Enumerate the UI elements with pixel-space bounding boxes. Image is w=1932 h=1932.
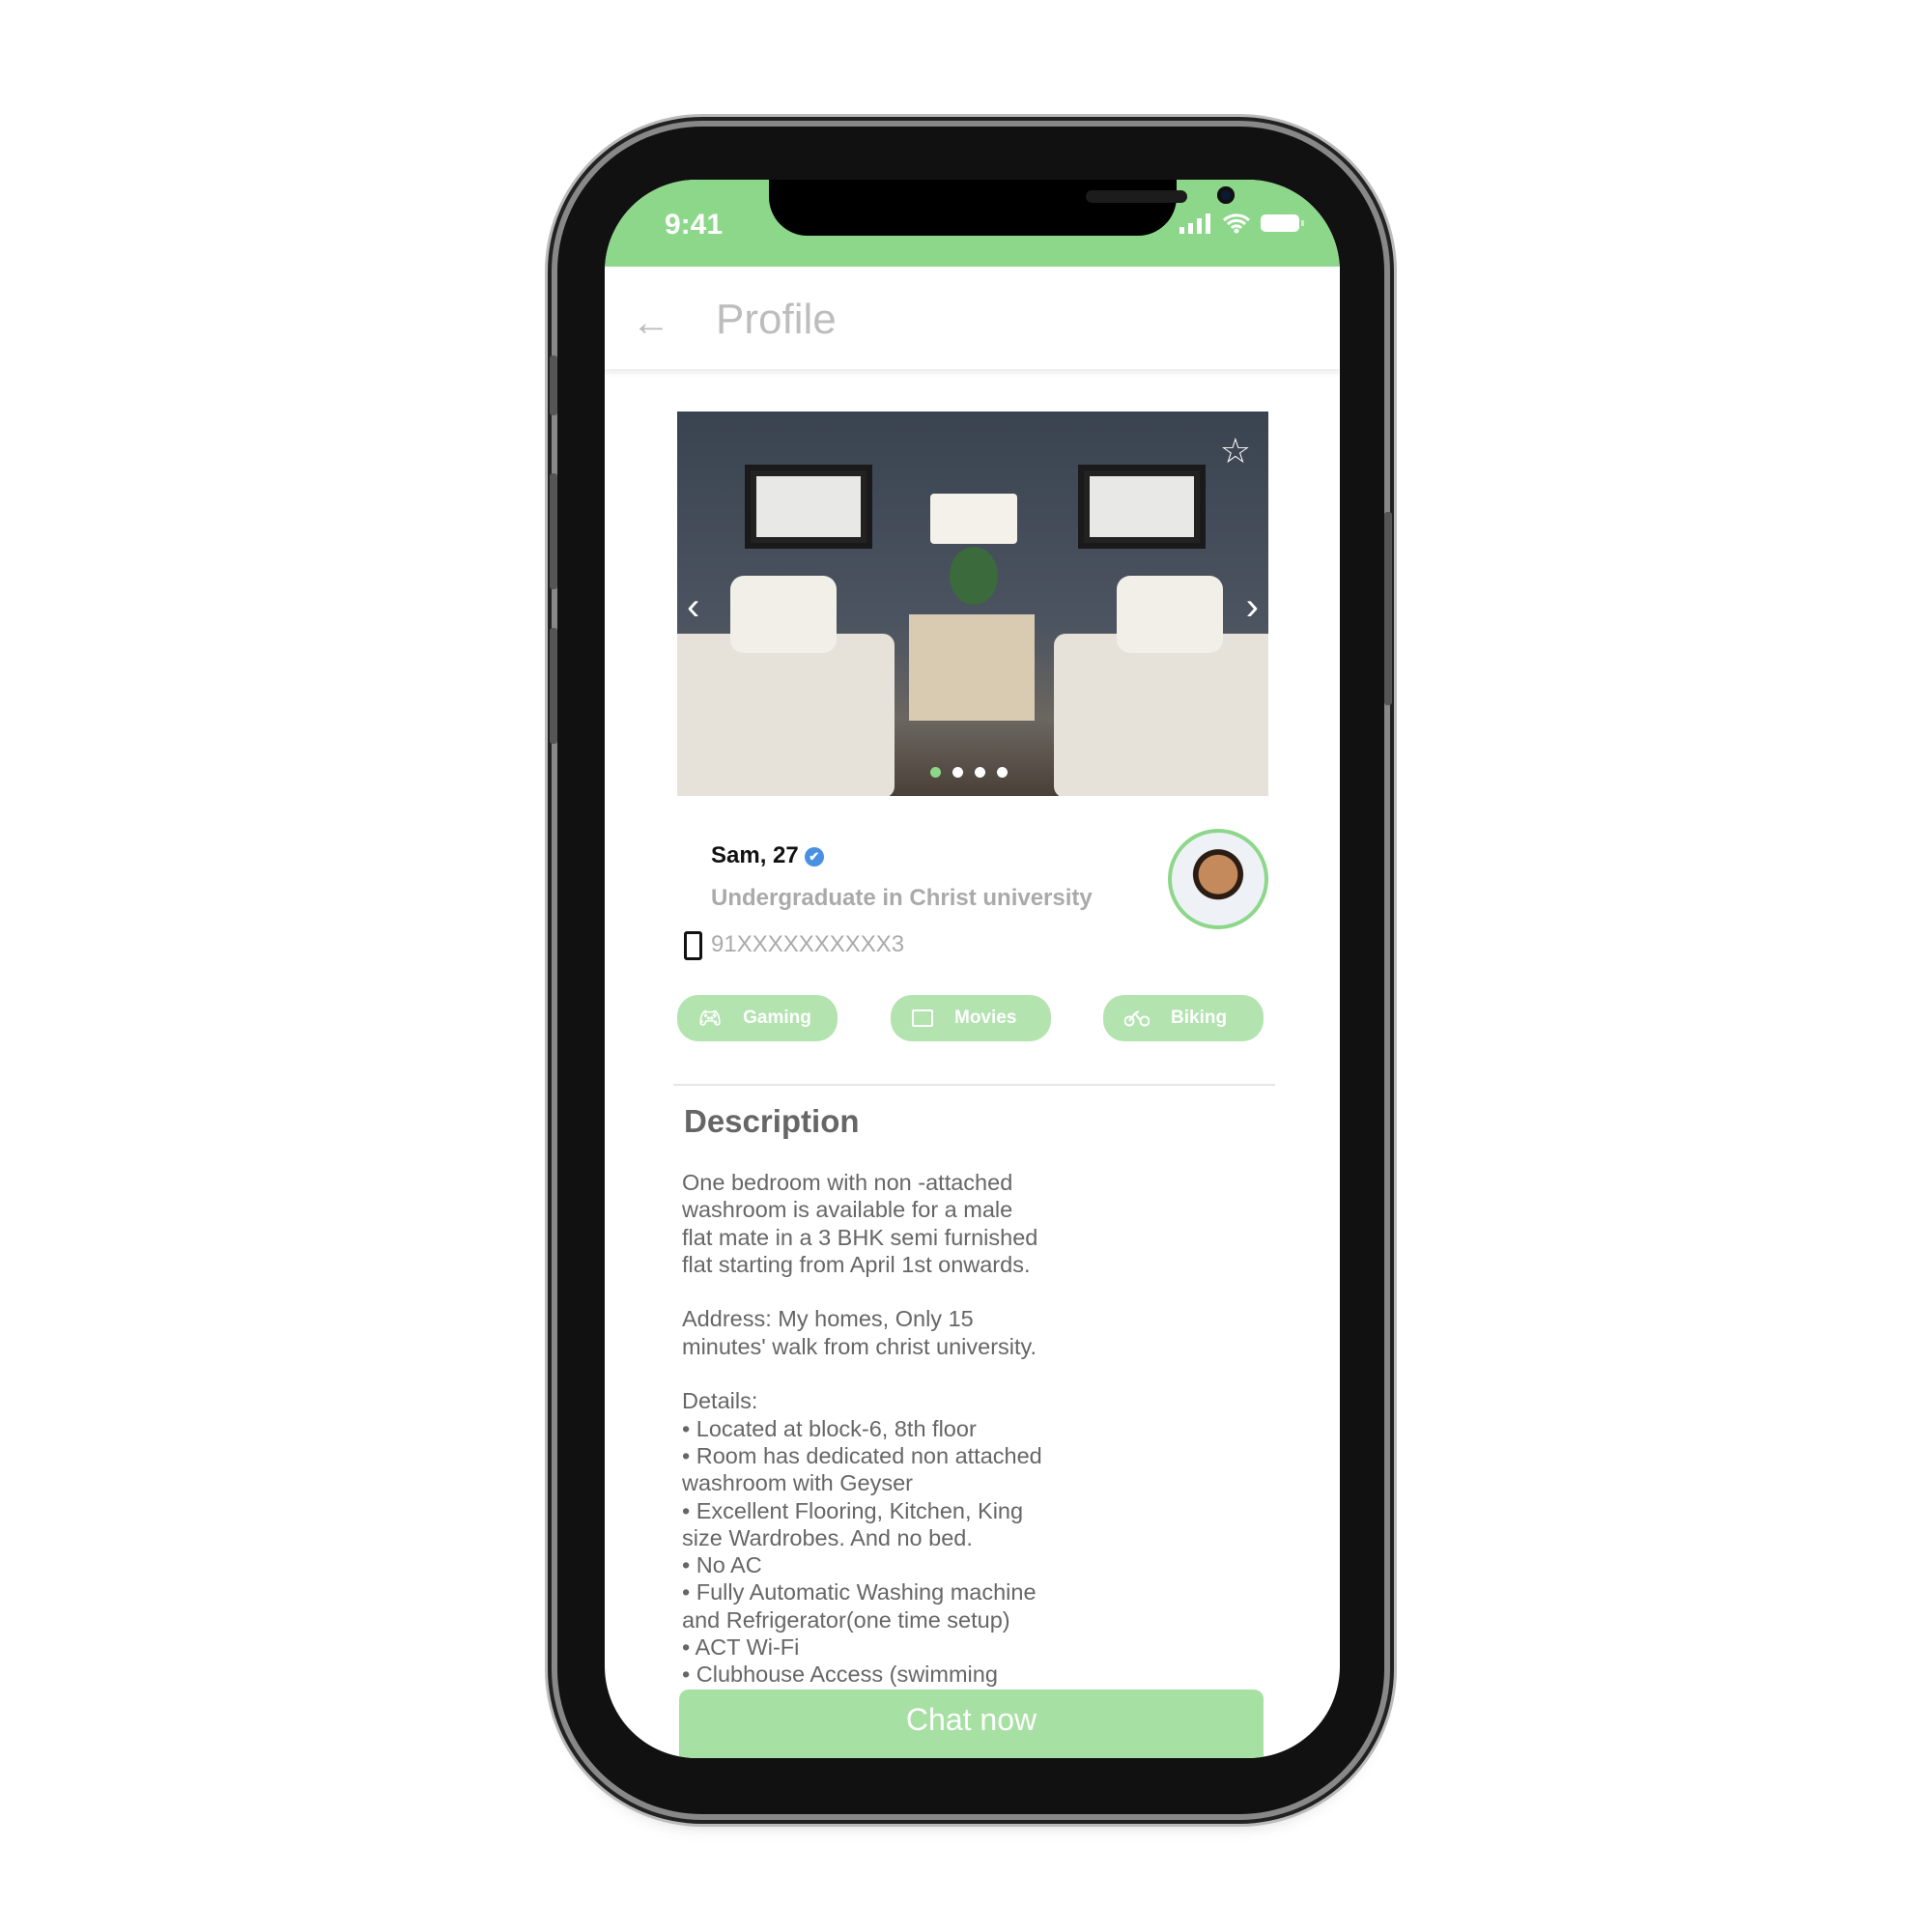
mobile-phone-icon [684, 931, 702, 960]
power-button [1384, 512, 1392, 705]
avatar[interactable] [1168, 829, 1268, 929]
signal-icon [1179, 213, 1210, 234]
wifi-icon [1222, 213, 1251, 234]
interest-chip-gaming[interactable]: 🎮︎ Gaming [677, 995, 838, 1041]
pillow [730, 576, 837, 653]
volume-up-button [550, 473, 557, 589]
page-title: Profile [716, 296, 837, 343]
name-text: Sam, 27 [711, 842, 799, 868]
status-time: 9:41 [665, 209, 724, 241]
carousel-dots [930, 767, 1008, 778]
carousel-dot[interactable] [975, 767, 985, 778]
camera [1217, 186, 1235, 204]
status-bar: 9:41 [605, 180, 1340, 267]
pillow [1117, 576, 1223, 653]
picture-frame [745, 465, 872, 549]
profile-subtitle: Undergraduate in Christ university [711, 885, 1093, 911]
chevron-right-icon[interactable]: › [1246, 585, 1259, 629]
lamp-base [950, 547, 998, 605]
speaker [1086, 190, 1187, 203]
volume-down-button [550, 628, 557, 744]
profile-name: Sam, 27 ✔ [711, 842, 824, 869]
screen: 9:41 ← Profile ‹ › ☆ Sam, 27 ✔ Undergrad… [605, 180, 1340, 1758]
carousel-dot[interactable] [952, 767, 963, 778]
chevron-left-icon[interactable]: ‹ [687, 585, 699, 629]
nightstand [909, 614, 1035, 721]
notch [769, 180, 1235, 236]
carousel-dot[interactable] [930, 767, 941, 778]
interest-chip-movies[interactable]: Movies [891, 995, 1051, 1041]
chat-now-button[interactable]: Chat now [679, 1690, 1264, 1758]
bed-left [677, 634, 895, 796]
carousel-dot[interactable] [997, 767, 1008, 778]
arrow-left-icon[interactable]: ← [632, 301, 670, 345]
phone-number[interactable]: 91XXXXXXXXXX3 [711, 931, 904, 958]
silent-switch [550, 355, 557, 415]
verified-badge-icon: ✔ [804, 847, 824, 867]
chip-label: Gaming [743, 1008, 811, 1028]
description-body: One bedroom with non -attached washroom … [682, 1170, 1042, 1688]
chip-label: Biking [1171, 1008, 1228, 1028]
bed-right [1054, 634, 1268, 796]
star-outline-icon[interactable]: ☆ [1220, 431, 1251, 471]
app-header: ← Profile [605, 267, 1340, 369]
chip-label: Movies [954, 1008, 1017, 1028]
room-photo-carousel[interactable]: ‹ › ☆ [677, 412, 1268, 796]
description-heading: Description [684, 1103, 860, 1139]
divider [673, 1084, 1275, 1086]
gamepad-icon: 🎮︎ [698, 1009, 723, 1029]
monitor-icon [912, 1009, 933, 1027]
interest-chip-biking[interactable]: Biking [1103, 995, 1264, 1041]
bicycle-icon [1124, 1010, 1150, 1027]
picture-frame [1078, 465, 1206, 549]
lamp-shade [930, 494, 1017, 544]
battery-icon [1261, 214, 1304, 232]
